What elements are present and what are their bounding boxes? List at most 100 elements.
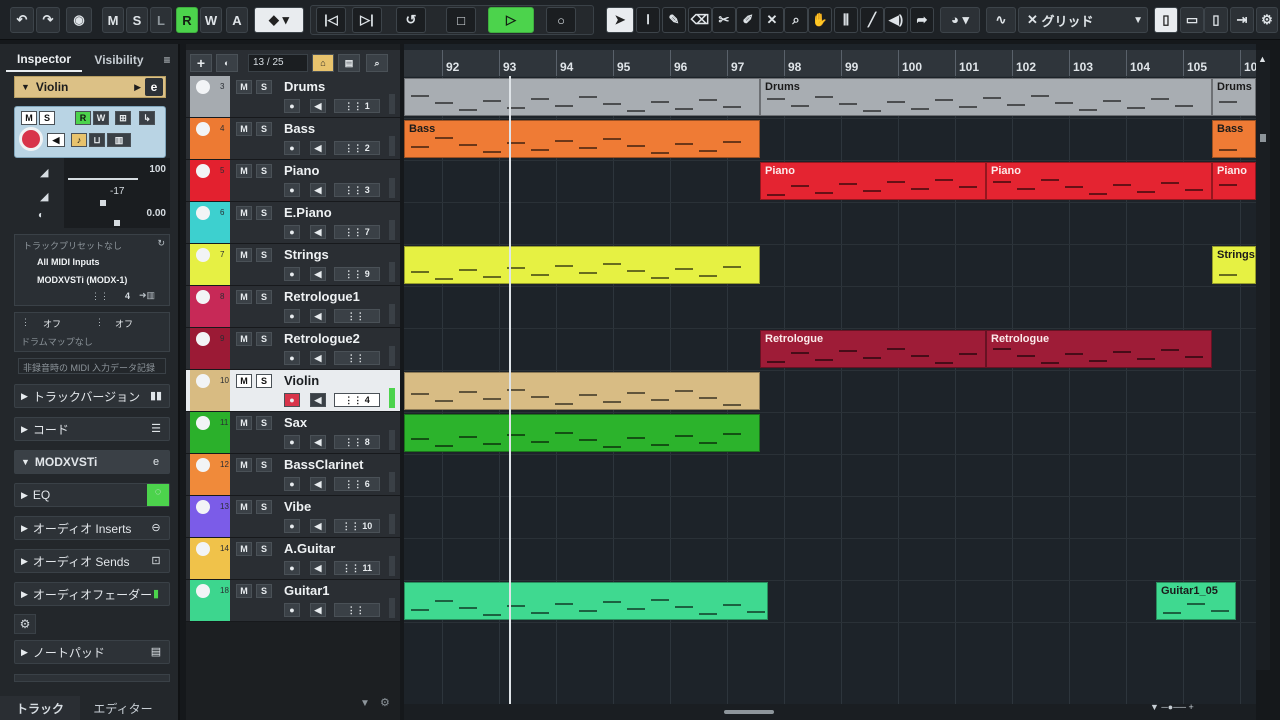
solo-button[interactable]: S: [256, 500, 272, 514]
midi-channel[interactable]: ⋮⋮ 3: [334, 183, 380, 197]
event-part[interactable]: Bass: [1212, 120, 1256, 158]
record-enable-button[interactable]: [19, 127, 43, 151]
midi-output-field[interactable]: MODXVSTi (MODX-1): [37, 275, 127, 285]
track-name[interactable]: Piano: [284, 163, 319, 178]
solo-button[interactable]: S: [256, 80, 272, 94]
project-cursor[interactable]: [509, 76, 511, 704]
section-audio-inserts[interactable]: ▶ オーディオ Inserts ⊖: [14, 516, 170, 540]
event-part[interactable]: Drums: [1212, 78, 1256, 116]
arrange-window[interactable]: 92 93 94 95 96 97 98 99 100 101 102 103 104 105 106 Dr…: [404, 44, 1264, 720]
scrollbar-thumb[interactable]: [1260, 134, 1266, 142]
midi-channel[interactable]: ⋮⋮ 9: [334, 267, 380, 281]
color-tool-icon[interactable]: ➦: [910, 7, 934, 33]
track-row[interactable]: 18 M S Guitar1 ● ◀ ⋮⋮: [186, 580, 400, 622]
midi-channel[interactable]: ⋮⋮ 2: [334, 141, 380, 155]
monitor-icon[interactable]: ◀: [310, 561, 326, 575]
monitor-icon[interactable]: ◀: [310, 309, 326, 323]
mute-tool-icon[interactable]: ✕: [760, 7, 784, 33]
eraser-icon[interactable]: ⌫: [688, 7, 712, 33]
event-part[interactable]: [404, 372, 760, 410]
solo-button[interactable]: S: [256, 542, 272, 556]
track-row[interactable]: 8 M S Retrologue1 ● ◀ ⋮⋮: [186, 286, 400, 328]
monitor-icon[interactable]: ◀: [310, 393, 326, 407]
pencil-icon[interactable]: ✎: [662, 7, 686, 33]
event-part[interactable]: Piano: [986, 162, 1212, 200]
record-enable-icon[interactable]: ●: [284, 99, 300, 113]
event-part[interactable]: Strings: [1212, 246, 1256, 284]
previous-marker-icon[interactable]: |◁: [316, 7, 346, 33]
track-name[interactable]: BassClarinet: [284, 457, 363, 472]
listen-mode-button[interactable]: L: [150, 7, 172, 33]
lanes-icon[interactable]: ⊞: [115, 111, 131, 125]
solo-button[interactable]: S: [256, 290, 272, 304]
solo-button[interactable]: S: [256, 332, 272, 346]
midi-channel[interactable]: ⋮⋮ 4: [334, 393, 380, 407]
refresh-icon[interactable]: ↻: [157, 238, 165, 249]
pan-slider[interactable]: [114, 220, 120, 226]
mute-button[interactable]: M: [21, 111, 37, 125]
add-track-icon[interactable]: +: [190, 54, 212, 72]
solo-button[interactable]: S: [256, 584, 272, 598]
chevron-down-icon[interactable]: ▼: [360, 698, 370, 709]
event-part[interactable]: [404, 78, 760, 116]
ruler[interactable]: 92 93 94 95 96 97 98 99 100 101 102 103 104 105 106: [404, 50, 1264, 76]
record-enable-icon[interactable]: ●: [284, 141, 300, 155]
monitor-icon[interactable]: ◀: [310, 603, 326, 617]
object-select-icon[interactable]: ➤: [606, 7, 634, 33]
stop-icon[interactable]: □: [446, 7, 476, 33]
right-zone-toggle-icon[interactable]: ▯: [1204, 7, 1228, 33]
keyboard-icon[interactable]: ▥: [107, 133, 131, 147]
track-row[interactable]: 9 M S Retrologue2 ● ◀ ⋮⋮: [186, 328, 400, 370]
record-enable-icon[interactable]: ●: [284, 603, 300, 617]
write-automation-button[interactable]: W: [93, 111, 109, 125]
record-enable-icon[interactable]: ●: [284, 477, 300, 491]
track-name[interactable]: Strings: [284, 247, 329, 262]
tab-visibility[interactable]: Visibility: [84, 48, 154, 72]
monitor-icon[interactable]: ◀: [310, 477, 326, 491]
volume-slider[interactable]: [68, 178, 138, 180]
next-marker-icon[interactable]: ▷|: [352, 7, 382, 33]
midi-channel-field[interactable]: 4: [125, 291, 130, 301]
event-part[interactable]: Retrologue: [760, 330, 986, 368]
record-enable-icon[interactable]: ●: [284, 225, 300, 239]
track-name[interactable]: Bass: [284, 121, 315, 136]
midi-channel[interactable]: ⋮⋮ 7: [334, 225, 380, 239]
event-part[interactable]: Drums: [760, 78, 1212, 116]
tab-inspector[interactable]: Inspector: [6, 48, 82, 72]
monitor-icon[interactable]: ↳: [139, 111, 155, 125]
left-zone-toggle-icon[interactable]: ▯: [1154, 7, 1178, 33]
event-part[interactable]: [404, 246, 760, 284]
event-part[interactable]: Guitar1_05: [1156, 582, 1236, 620]
solo-button[interactable]: S: [256, 458, 272, 472]
track-name[interactable]: Guitar1: [284, 583, 330, 598]
scroll-up-icon[interactable]: ▲: [1258, 54, 1267, 64]
track-row[interactable]: 5 M S Piano ● ◀ ⋮⋮ 3: [186, 160, 400, 202]
undo-button[interactable]: ↶: [10, 7, 34, 33]
automation-button[interactable]: A: [226, 7, 248, 33]
nudge-palette-icon[interactable]: ◕ ▾: [940, 7, 980, 33]
solo-button[interactable]: S: [256, 374, 272, 388]
monitor-icon[interactable]: ◀: [310, 183, 326, 197]
play-tool-icon[interactable]: ◀): [884, 7, 908, 33]
split-icon[interactable]: ✂: [712, 7, 736, 33]
solo-button[interactable]: S: [256, 206, 272, 220]
record-icon[interactable]: ○: [546, 7, 576, 33]
transpose-slider[interactable]: [100, 200, 106, 206]
midi-channel[interactable]: ⋮⋮ 8: [334, 435, 380, 449]
hand-icon[interactable]: ✋: [808, 7, 832, 33]
section-instrument[interactable]: ▼ MODXVSTi e: [14, 450, 170, 474]
section-audio-fader[interactable]: ▶ オーディオフェーダー ▮: [14, 582, 170, 606]
section-notepad[interactable]: ▶ ノートパッド ▤: [14, 640, 170, 664]
mute-button[interactable]: M: [236, 458, 252, 472]
scrollbar-thumb[interactable]: [724, 710, 774, 714]
mute-button[interactable]: M: [236, 416, 252, 430]
vertical-scrollbar[interactable]: ▲: [1256, 50, 1270, 670]
settings-icon[interactable]: ⚙: [14, 614, 36, 634]
cycle-icon[interactable]: ↺: [396, 7, 426, 33]
midi-channel[interactable]: ⋮⋮ 11: [334, 561, 380, 575]
track-row[interactable]: 14 M S A.Guitar ● ◀ ⋮⋮ 11: [186, 538, 400, 580]
event-part[interactable]: [404, 582, 768, 620]
midi-channel[interactable]: ⋮⋮: [334, 309, 380, 323]
touch-icon[interactable]: ◉: [66, 7, 92, 33]
event-part[interactable]: Bass: [404, 120, 760, 158]
